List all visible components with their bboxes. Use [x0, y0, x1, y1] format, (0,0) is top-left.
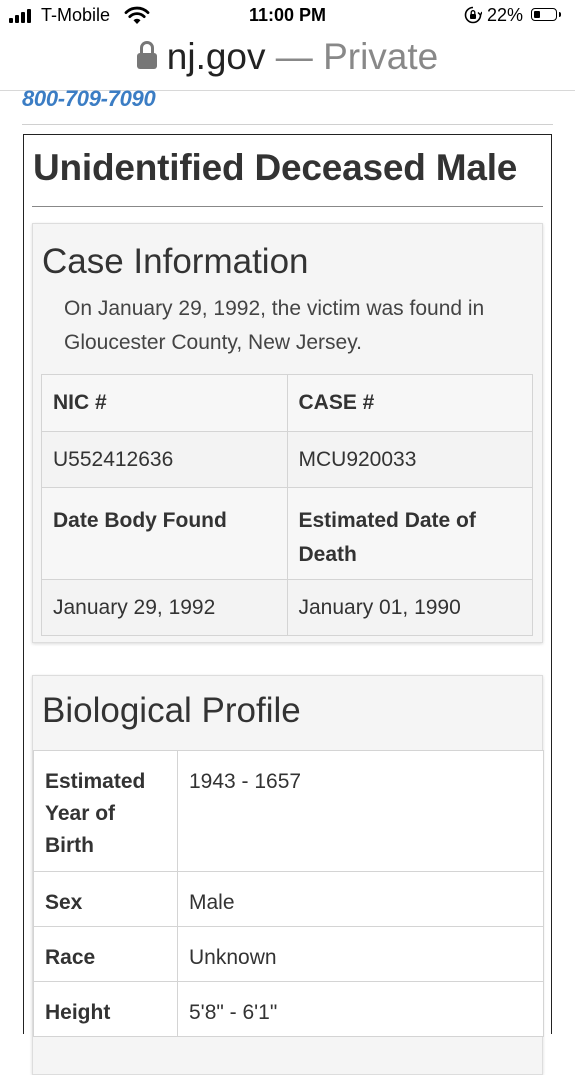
est-death-value: January 01, 1990 [286, 579, 533, 636]
bio-label: Sex [33, 871, 178, 927]
case-table: NIC # CASE # U552412636 MCU920033 Date B… [41, 374, 533, 636]
bio-value: 1943 - 1657 [177, 750, 544, 872]
date-found-label: Date Body Found [41, 487, 288, 580]
bio-value: 5'8" - 6'1" [177, 981, 544, 1037]
nic-value: U552412636 [41, 431, 288, 488]
bio-label: Estimated Year of Birth [33, 750, 178, 872]
table-row: Estimated Year of Birth 1943 - 1657 [33, 750, 544, 872]
battery-percentage: 22% [487, 5, 524, 25]
date-found-value: January 29, 1992 [41, 579, 288, 636]
nic-label: NIC # [41, 374, 288, 432]
bio-table: Estimated Year of Birth 1943 - 1657 Sex … [33, 750, 544, 1037]
table-row: Height 5'8" - 6'1" [33, 981, 544, 1037]
table-row: Sex Male [33, 871, 544, 927]
phone-link[interactable]: 800-709-7090 [22, 86, 156, 112]
bio-value: Unknown [177, 926, 544, 982]
case-number-label: CASE # [286, 374, 533, 432]
bio-label: Height [33, 981, 178, 1037]
case-description: On January 29, 1992, the victim was foun… [64, 297, 485, 354]
bio-label: Race [33, 926, 178, 982]
private-mode-label: Private [323, 36, 439, 77]
table-row: Race Unknown [33, 926, 544, 982]
biological-profile-panel: Biological Profile Estimated Year of Bir… [32, 675, 544, 1075]
battery-icon [531, 8, 561, 21]
case-container: Unidentified Deceased Male Case Informat… [23, 134, 552, 1075]
bio-value: Male [177, 871, 544, 927]
status-bar: T-Mobile 11:00 PM 22% [0, 0, 575, 32]
case-information-heading: Case Information [42, 242, 309, 281]
lock-icon [136, 41, 157, 70]
page-title: Unidentified Deceased Male [33, 147, 518, 188]
case-information-panel: Case Information On January 29, 1992, th… [32, 223, 543, 643]
divider [22, 124, 553, 125]
est-death-label: Estimated Date of Death [286, 487, 533, 580]
biological-profile-heading: Biological Profile [42, 691, 301, 730]
url-separator: — [275, 36, 313, 77]
orientation-lock-icon [464, 6, 482, 24]
case-number-value: MCU920033 [286, 431, 533, 488]
url-host: nj.gov [166, 36, 266, 77]
title-divider [32, 206, 543, 207]
address-bar[interactable]: nj.gov — Private [0, 32, 575, 88]
